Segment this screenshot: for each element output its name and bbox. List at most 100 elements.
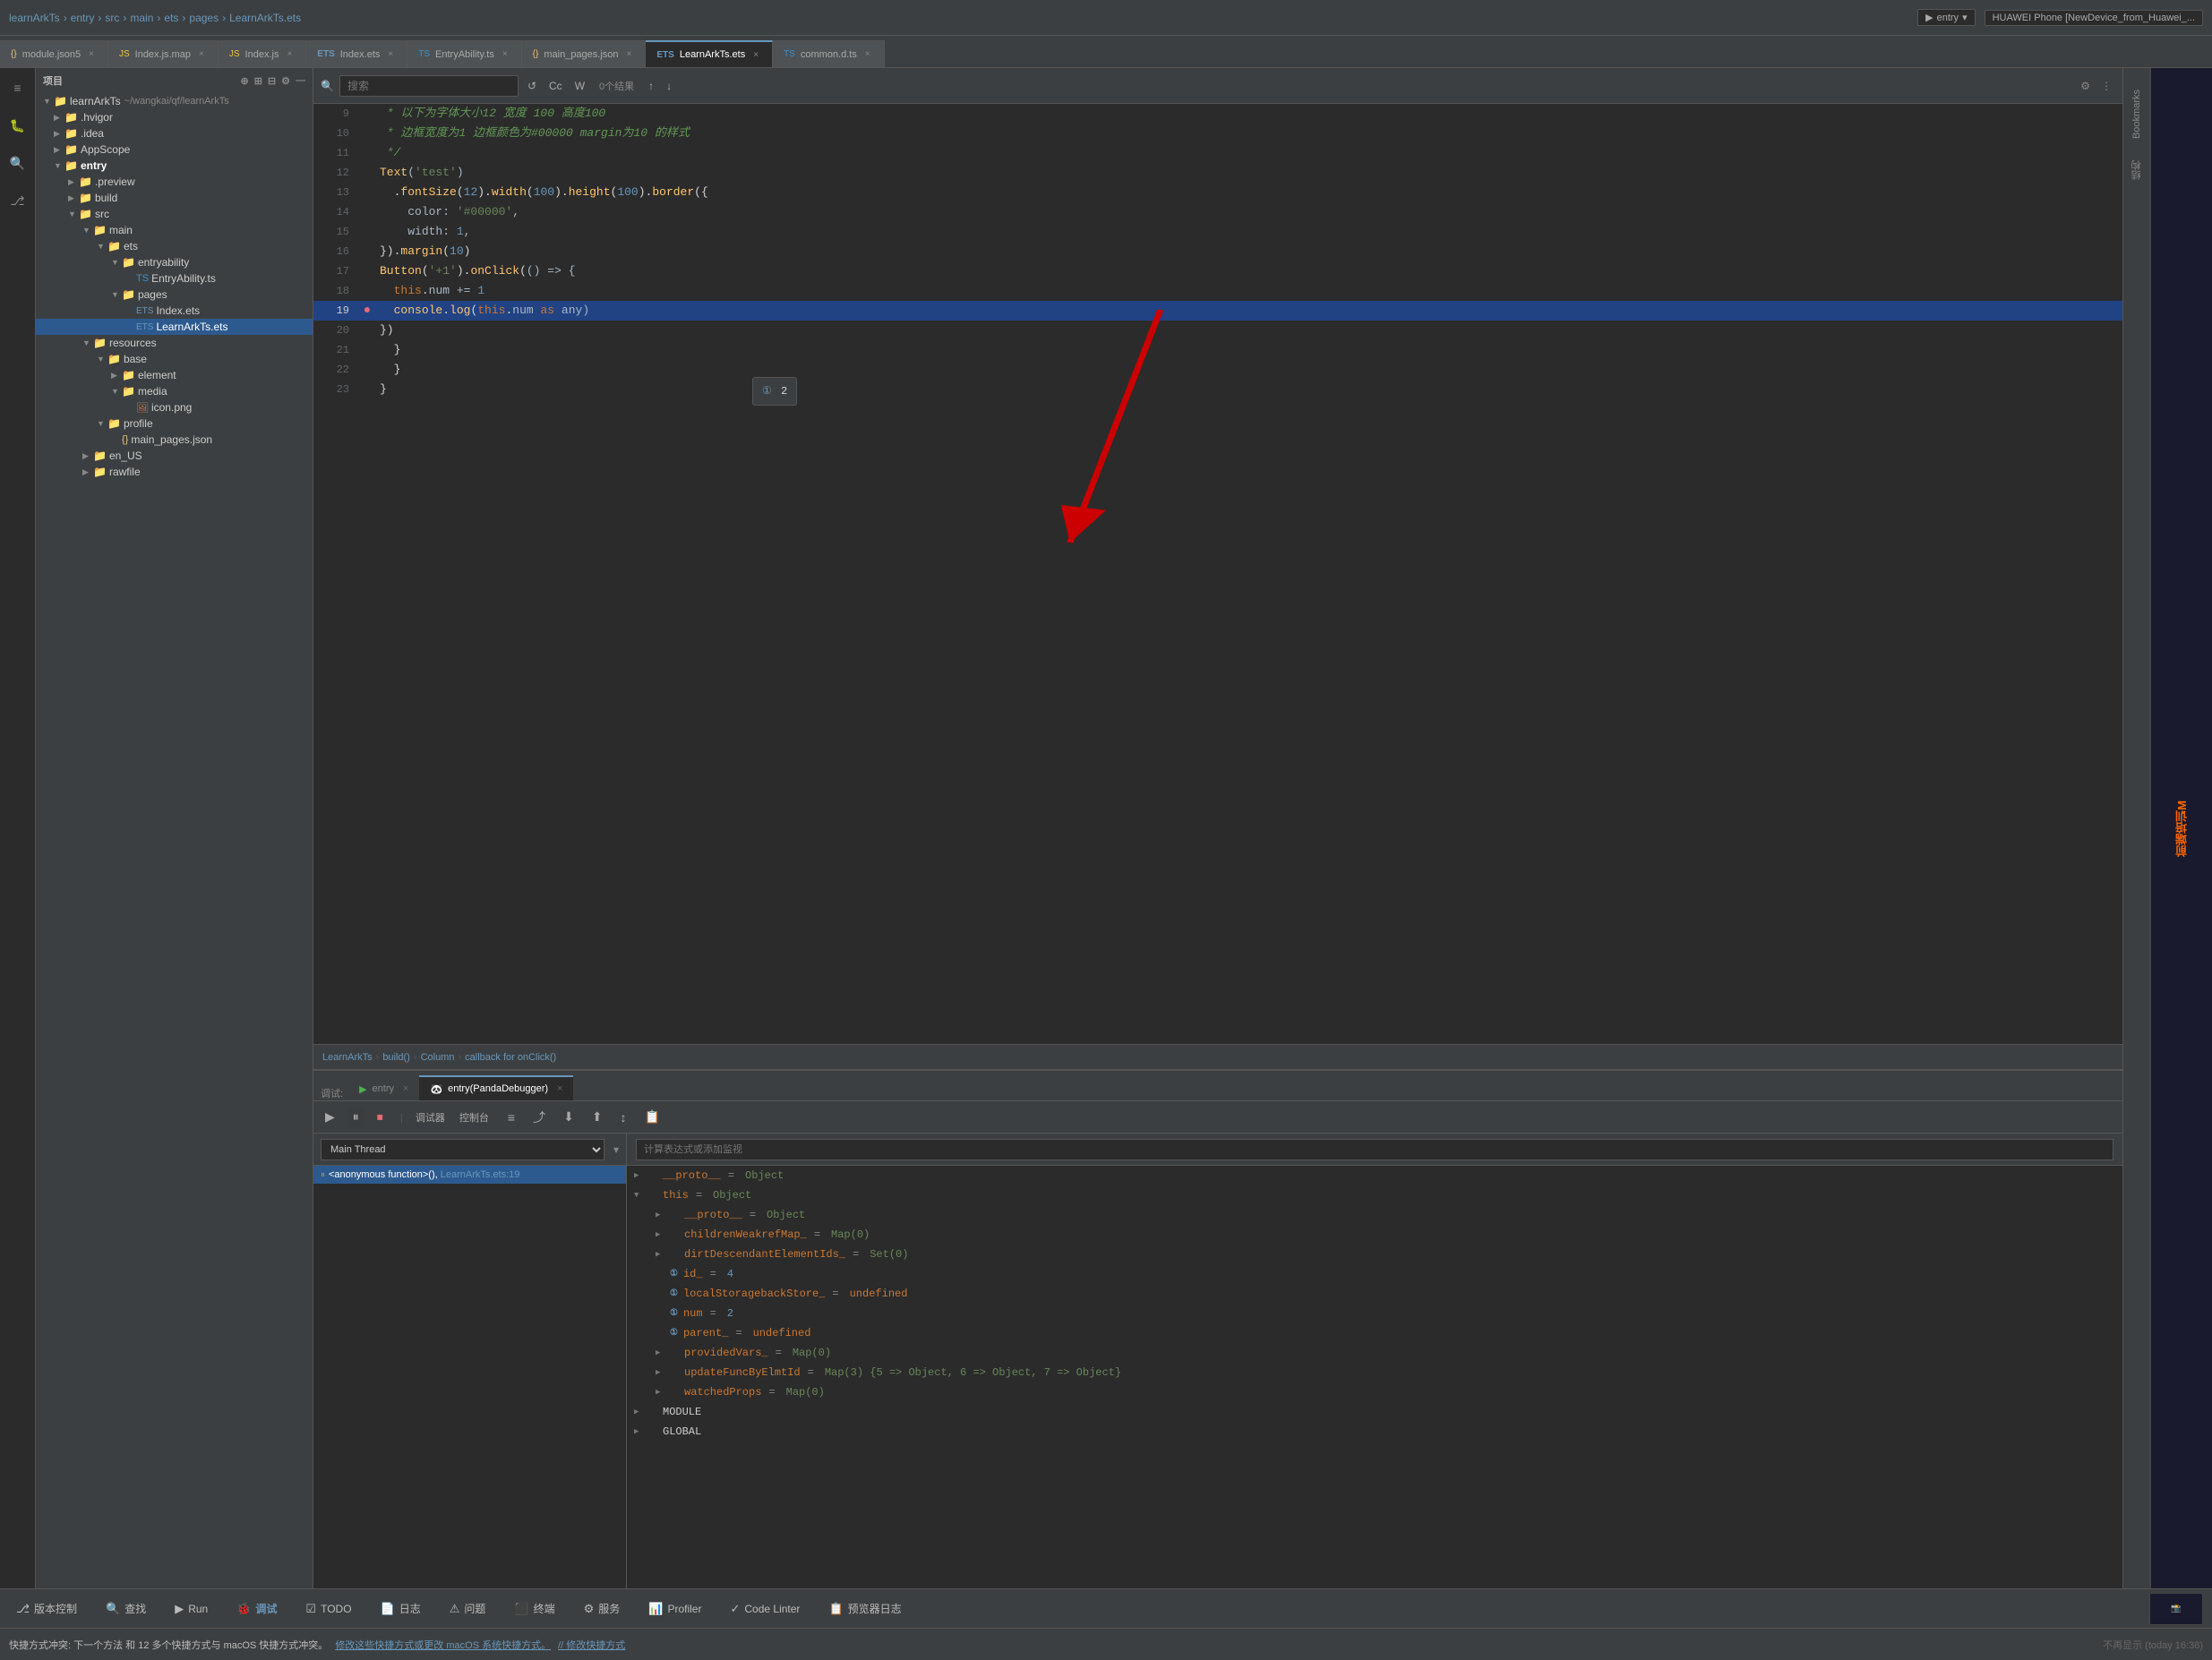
debug-tab-entry[interactable]: ▶ entry ×: [348, 1075, 419, 1100]
status-btn-run[interactable]: ▶ Run: [167, 1598, 215, 1620]
tree-build[interactable]: ▶ 📁 build: [36, 190, 313, 206]
status-btn-log[interactable]: 📄 日志: [373, 1597, 428, 1620]
notification-link-1[interactable]: 修改这些快捷方式或更改 macOS 系统快捷方式。: [335, 1638, 551, 1652]
tab-close-index-ets[interactable]: ×: [385, 48, 396, 60]
case-btn[interactable]: Cc: [545, 78, 566, 94]
tree-hvigor[interactable]: ▶ 📁 .hvigor: [36, 109, 313, 125]
step-out-btn[interactable]: ⬆: [587, 1107, 607, 1127]
var-module[interactable]: ▶ MODULE: [627, 1402, 2122, 1422]
tree-root[interactable]: ▼ 📁 learnArkTs ~/wangkai/qf/learnArkTs: [36, 93, 313, 109]
run-to-cursor-btn[interactable]: ↕: [616, 1108, 631, 1127]
pause-btn[interactable]: ⏸: [348, 1107, 364, 1127]
structure-label[interactable]: 结构: [2128, 157, 2146, 184]
tree-pages[interactable]: ▼ 📁 pages: [36, 287, 313, 303]
line-gutter-19-breakpoint[interactable]: ●: [358, 301, 376, 321]
next-result-btn[interactable]: ↓: [663, 78, 675, 94]
tree-en-us[interactable]: ▶ 📁 en_US: [36, 448, 313, 464]
tree-profile[interactable]: ▼ 📁 profile: [36, 415, 313, 432]
status-btn-code-linter[interactable]: ✓ Code Linter: [723, 1598, 807, 1620]
tab-index-js-map[interactable]: JS Index.js.map ×: [108, 40, 219, 67]
var-update-func[interactable]: ▶ updateFuncByElmtId = Map(3) {5 => Obje…: [627, 1363, 2122, 1382]
status-btn-find[interactable]: 🔍 查找: [99, 1597, 153, 1620]
status-btn-preview-log[interactable]: 📋 预览器日志: [821, 1597, 908, 1620]
status-breadcrumb-2[interactable]: build(): [382, 1052, 410, 1063]
tab-close-learn-ark-ts-ets[interactable]: ×: [750, 49, 761, 61]
call-stack-item-0[interactable]: ⏸ <anonymous function>(), LearnArkTs.ets…: [313, 1166, 626, 1184]
tab-close-entry-ability-ts[interactable]: ×: [500, 48, 510, 60]
tree-learnarkts-ets[interactable]: ETS LearnArkTs.ets: [36, 319, 313, 335]
tree-preview[interactable]: ▶ 📁 .preview: [36, 174, 313, 190]
var-id[interactable]: ① id_ = 4: [627, 1264, 2122, 1284]
tree-element[interactable]: ▶ 📁 element: [36, 367, 313, 383]
evaluate-btn[interactable]: 📋: [640, 1107, 664, 1127]
phone-selector[interactable]: HUAWEI Phone [NewDevice_from_Huawei_...: [1985, 10, 2203, 26]
breadcrumb-item-6[interactable]: pages: [189, 12, 219, 24]
tree-entry[interactable]: ▼ 📁 entry: [36, 158, 313, 174]
undo-search-btn[interactable]: ↺: [524, 78, 540, 94]
tab-learn-ark-ts-ets[interactable]: ETS LearnArkTs.ets ×: [646, 40, 773, 67]
debug-tab-entry-close[interactable]: ×: [403, 1083, 408, 1094]
filter-results-btn[interactable]: ⚙: [2077, 78, 2094, 94]
var-global[interactable]: ▶ GLOBAL: [627, 1422, 2122, 1442]
step-over-btn[interactable]: ⤴: [528, 1106, 550, 1129]
hide-sidebar-icon[interactable]: —: [296, 75, 305, 87]
debug-tab-panda[interactable]: 🐼 entry(PandaDebugger) ×: [419, 1075, 573, 1100]
collapse-all-icon[interactable]: ⊟: [268, 75, 276, 87]
step-into-btn[interactable]: ⬇: [559, 1107, 579, 1127]
status-breadcrumb-1[interactable]: LearnArkTs: [322, 1052, 373, 1063]
var-parent[interactable]: ① parent_ = undefined: [627, 1323, 2122, 1343]
status-breadcrumb-3[interactable]: Column: [421, 1052, 455, 1063]
more-options-btn[interactable]: ⋮: [2097, 78, 2115, 94]
status-btn-todo[interactable]: ☑ TODO: [298, 1598, 358, 1620]
code-editor[interactable]: 9 * 以下为字体大小12 宽度 100 高度100 10 * 边框宽度为1 边…: [313, 104, 2122, 1044]
var-children-map[interactable]: ▶ childrenWeakrefMap_ = Map(0): [627, 1225, 2122, 1245]
search-icon-btn[interactable]: 🔍: [4, 149, 32, 177]
show-frames-btn[interactable]: ≡: [503, 1108, 519, 1127]
status-btn-profiler[interactable]: 📊 Profiler: [641, 1598, 708, 1620]
debug-tab-panda-close[interactable]: ×: [557, 1083, 562, 1094]
tree-entryability[interactable]: ▼ 📁 entryability: [36, 254, 313, 270]
tree-index-ets[interactable]: ETS Index.ets: [36, 303, 313, 319]
tree-src[interactable]: ▼ 📁 src: [36, 206, 313, 222]
tree-ets[interactable]: ▼ 📁 ets: [36, 238, 313, 254]
notification-dismiss[interactable]: 不再显示 (today 16:38): [2103, 1638, 2203, 1652]
var-proto-top[interactable]: ▶ __proto__ = Object: [627, 1166, 2122, 1185]
tree-base[interactable]: ▼ 📁 base: [36, 351, 313, 367]
tab-common-d-ts[interactable]: TS common.d.ts ×: [773, 40, 885, 67]
tab-close-module-json5[interactable]: ×: [86, 48, 97, 60]
device-selector[interactable]: ▶ entry ▾: [1917, 9, 1975, 26]
tab-entry-ability-ts[interactable]: TS EntryAbility.ts ×: [407, 40, 521, 67]
tab-close-main-pages-json[interactable]: ×: [624, 48, 635, 60]
status-btn-problems[interactable]: ⚠ 问题: [442, 1597, 493, 1620]
var-watched-props[interactable]: ▶ watchedProps = Map(0): [627, 1382, 2122, 1402]
settings-icon[interactable]: ⚙: [281, 75, 290, 87]
tab-close-index-js-map[interactable]: ×: [196, 48, 207, 60]
breadcrumb-item-1[interactable]: learnArkTs: [9, 12, 60, 24]
watch-input[interactable]: [636, 1139, 2113, 1160]
word-btn[interactable]: W: [571, 78, 588, 94]
tab-index-ets[interactable]: ETS Index.ets ×: [306, 40, 407, 67]
breadcrumb-item-2[interactable]: entry: [71, 12, 95, 24]
breadcrumb-item-7[interactable]: LearnArkTs.ets: [229, 12, 301, 24]
var-local-storage[interactable]: ① localStoragebackStore_ = undefined: [627, 1284, 2122, 1304]
tree-main-pages-json[interactable]: {} main_pages.json: [36, 432, 313, 448]
notification-link-2[interactable]: // 修改快捷方式: [558, 1638, 625, 1652]
var-this[interactable]: ▼ this = Object: [627, 1185, 2122, 1205]
prev-result-btn[interactable]: ↑: [645, 78, 657, 94]
var-num[interactable]: ① num = 2: [627, 1304, 2122, 1323]
stop-btn[interactable]: ⏹: [373, 1107, 388, 1127]
tab-index-js[interactable]: JS Index.js ×: [219, 40, 306, 67]
tree-icon-png[interactable]: 🖼 icon.png: [36, 399, 313, 415]
breadcrumb-item-5[interactable]: ets: [164, 12, 178, 24]
var-dirt-desc[interactable]: ▶ dirtDescendantElementIds_ = Set(0): [627, 1245, 2122, 1264]
tree-idea[interactable]: ▶ 📁 .idea: [36, 125, 313, 141]
tab-main-pages-json[interactable]: {} main_pages.json ×: [522, 40, 647, 67]
bookmarks-label[interactable]: Bookmarks: [2130, 86, 2144, 142]
tab-close-common-d-ts[interactable]: ×: [862, 48, 873, 60]
debug-icon-btn[interactable]: 🐛: [4, 111, 32, 140]
project-icon-btn[interactable]: ≡: [4, 73, 32, 102]
tree-rawfile[interactable]: ▶ 📁 rawfile: [36, 464, 313, 480]
tab-module-json5[interactable]: {} module.json5 ×: [0, 40, 108, 67]
var-nested-proto[interactable]: ▶ __proto__ = Object: [627, 1205, 2122, 1225]
tree-main[interactable]: ▼ 📁 main: [36, 222, 313, 238]
